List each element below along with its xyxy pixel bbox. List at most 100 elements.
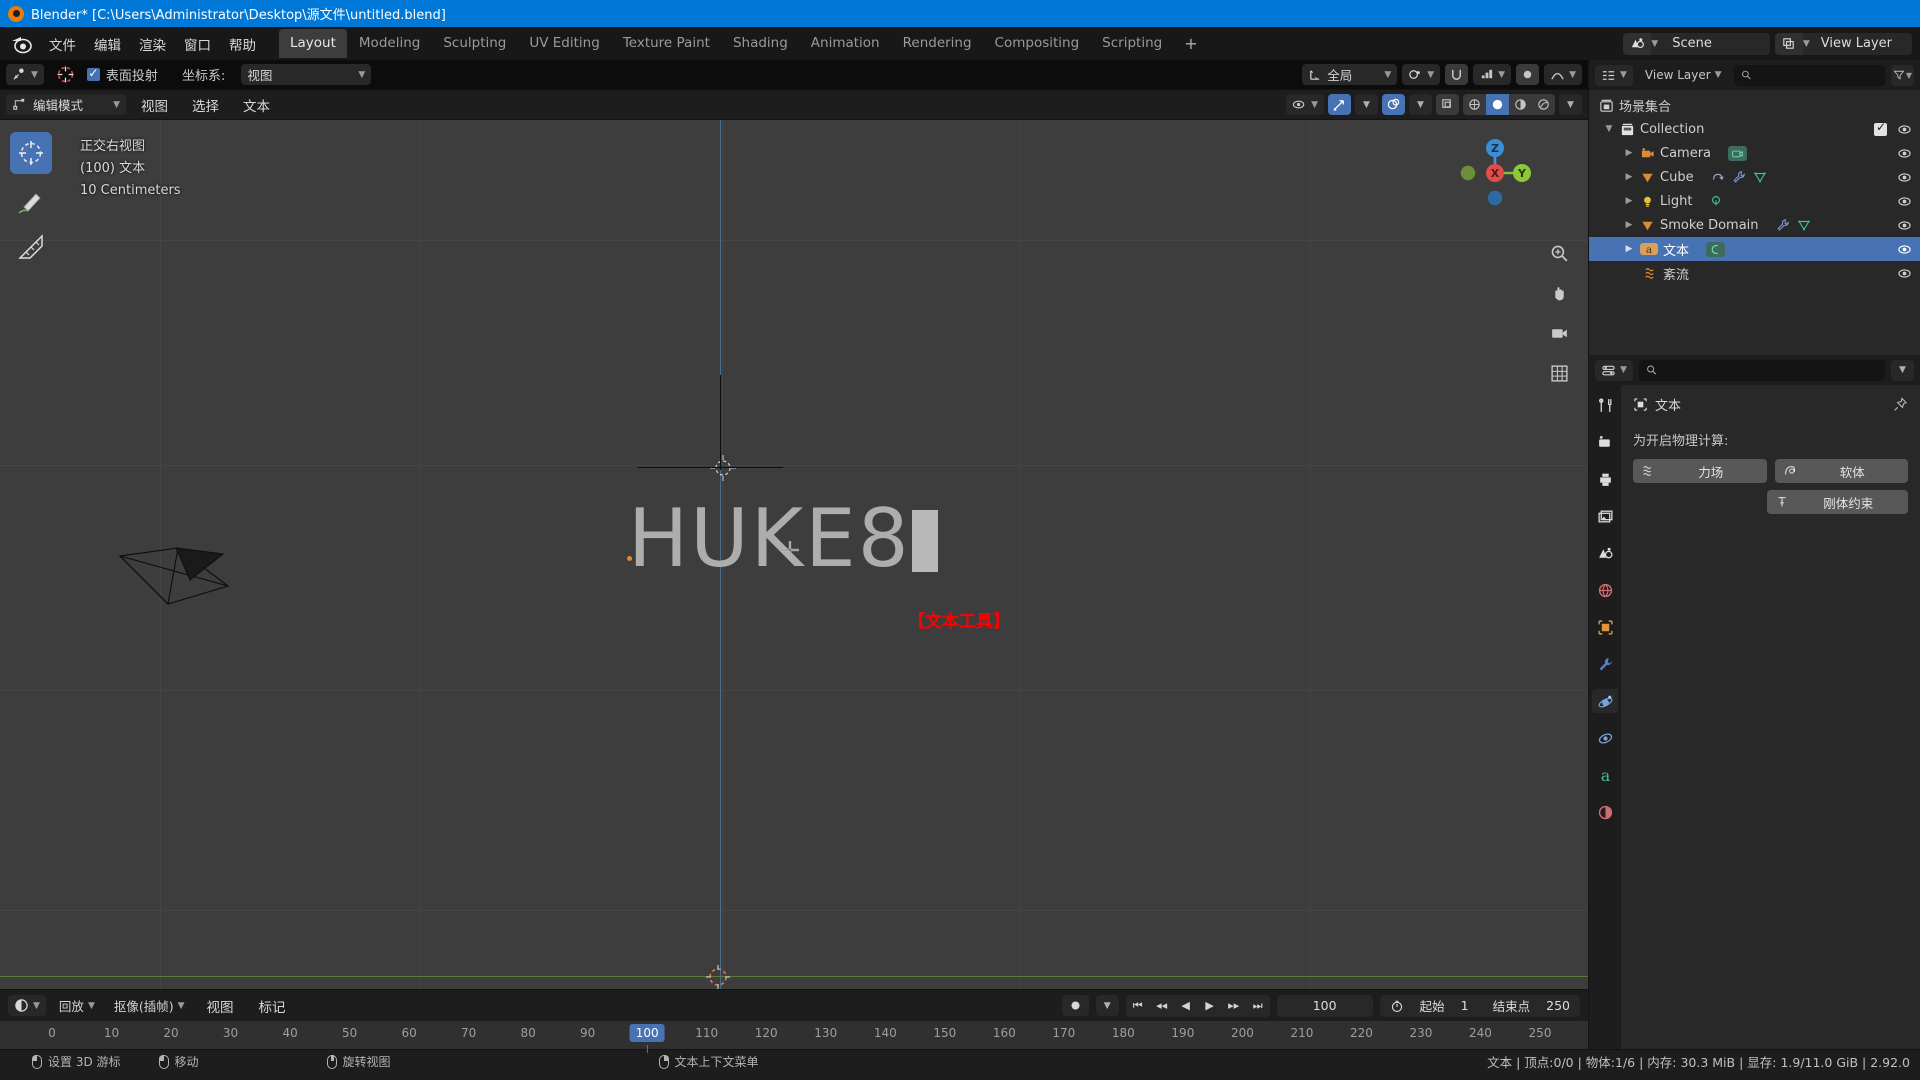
- viewport-menu-text[interactable]: 文本: [234, 92, 279, 118]
- properties-tab-render[interactable]: [1592, 430, 1618, 454]
- navigation-gizmo[interactable]: Z X Y: [1458, 136, 1532, 210]
- shading-wireframe-icon[interactable]: [1463, 94, 1486, 115]
- workspace-tab-uv-editing[interactable]: UV Editing: [518, 29, 610, 58]
- properties-tab-physics[interactable]: [1592, 689, 1618, 713]
- tool-measure-icon[interactable]: [10, 226, 52, 268]
- jump-to-start-button[interactable]: ⏮: [1126, 995, 1150, 1017]
- collection-exclude-checkbox[interactable]: ✓: [1874, 120, 1887, 136]
- proportional-editing-icon[interactable]: [1516, 64, 1540, 85]
- current-frame-field[interactable]: 100: [1276, 994, 1373, 1017]
- eye-icon[interactable]: [1897, 266, 1912, 281]
- pan-hand-icon[interactable]: [1546, 280, 1572, 306]
- disclosure-triangle-icon[interactable]: ▶: [1623, 244, 1635, 254]
- eye-icon[interactable]: [1897, 242, 1912, 257]
- workspace-tab-rendering[interactable]: Rendering: [892, 29, 983, 58]
- properties-tab-scene[interactable]: [1592, 541, 1618, 565]
- workspace-tab-compositing[interactable]: Compositing: [984, 29, 1091, 58]
- eye-icon[interactable]: [1897, 122, 1912, 137]
- outliner-row-light[interactable]: ▶ Light: [1589, 189, 1920, 213]
- properties-tab-material[interactable]: [1592, 800, 1618, 824]
- disclosure-triangle-icon[interactable]: ▼: [1603, 124, 1615, 134]
- outliner-editor-type-icon[interactable]: ▼: [1595, 64, 1633, 86]
- outliner-row-text[interactable]: ▶ a 文本: [1589, 237, 1920, 261]
- eye-icon[interactable]: [1897, 218, 1912, 233]
- disclosure-triangle-icon[interactable]: ▶: [1623, 172, 1635, 182]
- outliner-search-input[interactable]: [1733, 64, 1885, 86]
- 3d-viewport[interactable]: HUKE8 【文本工具】 正交右视图 (100) 文本 10 Centimete…: [0, 120, 1588, 989]
- outliner-filter-field[interactable]: [1756, 68, 1878, 82]
- play-reverse-button[interactable]: ◀: [1174, 995, 1198, 1017]
- shading-solid-icon[interactable]: [1486, 94, 1509, 115]
- timeline-menu-playback[interactable]: 回放 ▼: [53, 995, 101, 1016]
- viewport-menu-view[interactable]: 视图: [132, 92, 177, 118]
- keying-dropdown[interactable]: ▼: [1095, 995, 1119, 1016]
- properties-tab-tool[interactable]: [1592, 393, 1618, 417]
- properties-options-dropdown[interactable]: ▼: [1891, 359, 1914, 381]
- menu-file[interactable]: 文件: [40, 31, 85, 57]
- workspace-tab-texture-paint[interactable]: Texture Paint: [612, 29, 721, 58]
- properties-tab-view-layer[interactable]: [1592, 504, 1618, 528]
- outliner-row-scene-collection[interactable]: 场景集合: [1589, 93, 1920, 117]
- workspace-tab-scripting[interactable]: Scripting: [1091, 29, 1173, 58]
- properties-editor-type-icon[interactable]: ▼: [1595, 359, 1633, 381]
- outliner-filter-dropdown[interactable]: ▼: [1891, 64, 1914, 86]
- menu-edit[interactable]: 编辑: [85, 31, 130, 57]
- jump-to-end-button[interactable]: ⏭: [1246, 995, 1270, 1017]
- blender-logo-icon[interactable]: [10, 33, 34, 55]
- outliner-display-mode[interactable]: View Layer ▼: [1639, 65, 1728, 86]
- transform-orientation-dropdown[interactable]: 全局 ▼: [1302, 64, 1398, 85]
- outliner-row-cube[interactable]: ▶ Cube: [1589, 165, 1920, 189]
- timeline-menu-keying[interactable]: 抠像(插帧) ▼: [108, 995, 191, 1016]
- viewport-menu-select[interactable]: 选择: [183, 92, 228, 118]
- light-data-icon[interactable]: [1709, 194, 1723, 208]
- camera-view-icon[interactable]: [1546, 320, 1572, 346]
- gizmo-dropdown[interactable]: ▼: [1355, 94, 1378, 115]
- outliner-row-smoke-domain[interactable]: ▶ Smoke Domain: [1589, 213, 1920, 237]
- properties-tab-world[interactable]: [1592, 578, 1618, 602]
- curve-data-icon[interactable]: [1706, 241, 1726, 257]
- editor-type-icon[interactable]: ▼: [8, 995, 46, 1016]
- rigid-body-constraint-button[interactable]: 刚体约束: [1766, 490, 1908, 514]
- wrench-icon[interactable]: [1776, 218, 1790, 232]
- camera-data-icon[interactable]: [1728, 145, 1748, 161]
- shading-dropdown[interactable]: ▼: [1559, 94, 1582, 115]
- menu-help[interactable]: 帮助: [220, 31, 265, 57]
- mesh-data-icon[interactable]: [1753, 170, 1767, 184]
- shading-rendered-icon[interactable]: [1532, 94, 1555, 115]
- toggle-ortho-grid-icon[interactable]: [1546, 360, 1572, 386]
- auto-keying-toggle[interactable]: [1061, 995, 1089, 1016]
- falloff-dropdown[interactable]: ▼: [1544, 64, 1582, 85]
- zoom-icon[interactable]: [1546, 240, 1572, 266]
- disclosure-triangle-icon[interactable]: ▶: [1623, 196, 1635, 206]
- properties-tab-constraints[interactable]: [1592, 726, 1618, 750]
- eye-icon[interactable]: [1897, 146, 1912, 161]
- tool-annotate-icon[interactable]: [10, 179, 52, 221]
- prev-keyframe-button[interactable]: ◂◂: [1150, 995, 1174, 1017]
- workspace-tab-sculpting[interactable]: Sculpting: [432, 29, 517, 58]
- eye-icon[interactable]: [1897, 170, 1912, 185]
- tool-cursor-icon[interactable]: [10, 132, 52, 174]
- eye-icon[interactable]: [1897, 194, 1912, 209]
- interaction-mode-dropdown[interactable]: 编辑模式 ▼: [6, 94, 126, 115]
- add-workspace-button[interactable]: +: [1174, 32, 1207, 55]
- play-button[interactable]: ▶: [1198, 995, 1222, 1017]
- timeline-ruler[interactable]: 0 10 20 30 40 50 60 70 80 90 100 110 120 130 140 150 160…: [0, 1021, 1588, 1053]
- active-tool-icon[interactable]: ▼: [6, 64, 44, 85]
- pin-icon[interactable]: [1893, 397, 1908, 412]
- force-field-button[interactable]: 力场: [1633, 459, 1767, 483]
- properties-tab-output[interactable]: [1592, 467, 1618, 491]
- menu-render[interactable]: 渲染: [130, 31, 175, 57]
- properties-tab-modifier[interactable]: [1592, 652, 1618, 676]
- overlays-toggle-icon[interactable]: [1382, 94, 1405, 115]
- properties-filter-field[interactable]: [1662, 363, 1878, 377]
- properties-tab-data[interactable]: a: [1592, 763, 1618, 787]
- scene-selector[interactable]: ▼ Scene: [1623, 32, 1770, 55]
- overlays-dropdown[interactable]: ▼: [1409, 94, 1432, 115]
- timeline-menu-view[interactable]: 视图: [198, 993, 243, 1019]
- disclosure-triangle-icon[interactable]: ▶: [1623, 148, 1635, 158]
- timeline-menu-marker[interactable]: 标记: [250, 993, 295, 1019]
- pivot-point-dropdown[interactable]: ▼: [1402, 64, 1441, 85]
- frame-range-fields[interactable]: 起始 1 结束点 250: [1379, 994, 1580, 1017]
- visibility-dropdown[interactable]: ▼: [1286, 94, 1324, 115]
- orientation-dropdown[interactable]: 视图 ▼: [241, 64, 372, 85]
